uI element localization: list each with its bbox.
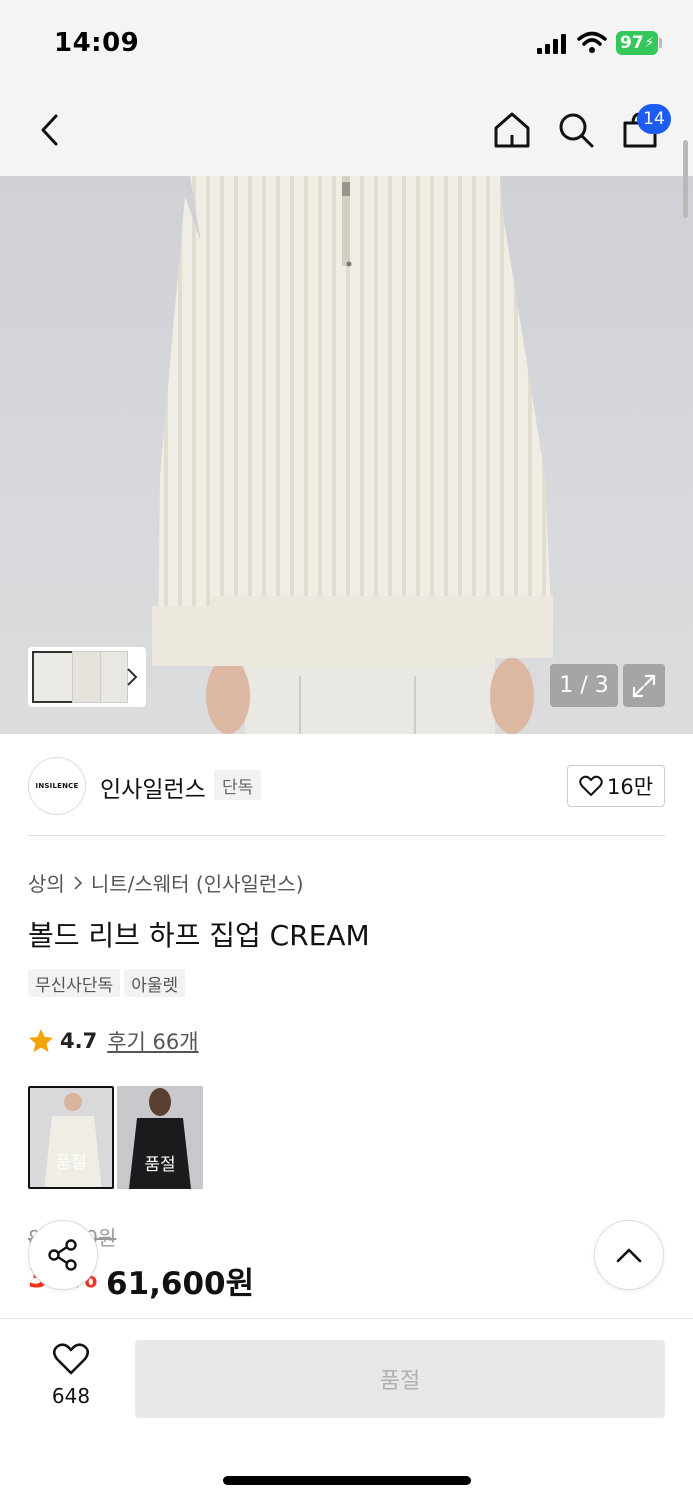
signal-icon bbox=[537, 34, 566, 54]
exclusive-tag: 단독 bbox=[214, 770, 262, 800]
search-button[interactable] bbox=[554, 108, 598, 152]
battery-indicator: 97 ⚡ bbox=[616, 31, 658, 55]
nav-header bbox=[0, 88, 693, 176]
rating-score: 4.7 bbox=[60, 1029, 98, 1053]
wifi-icon bbox=[577, 31, 607, 53]
sale-price: 61,600원 bbox=[106, 1266, 255, 1302]
brand-like-button[interactable]: 16만 bbox=[567, 765, 665, 807]
back-button[interactable] bbox=[30, 108, 70, 152]
share-button[interactable] bbox=[28, 1220, 98, 1290]
status-time: 14:09 bbox=[54, 28, 140, 58]
page-scrollbar[interactable] bbox=[683, 140, 688, 218]
soldout-button[interactable]: 품절 bbox=[135, 1340, 665, 1418]
product-title: 볼드 리브 하프 집업 CREAM bbox=[28, 919, 370, 952]
tag-exclusive: 무신사단독 bbox=[28, 969, 121, 997]
product-tags: 무신사단독 아울렛 bbox=[28, 969, 186, 997]
image-counter: 1 / 3 bbox=[550, 664, 618, 707]
review-link[interactable]: 후기 66개 bbox=[107, 1026, 198, 1056]
home-button[interactable] bbox=[490, 108, 534, 152]
chevron-right-icon bbox=[127, 668, 138, 686]
gallery-thumbnails[interactable] bbox=[28, 647, 146, 707]
home-indicator bbox=[223, 1476, 471, 1485]
option-soldout-label: 품절 bbox=[55, 1153, 87, 1173]
heart-icon bbox=[579, 775, 603, 796]
breadcrumb-category[interactable]: 상의 bbox=[28, 868, 65, 897]
brand-like-count: 16만 bbox=[606, 775, 654, 799]
battery-tip bbox=[659, 38, 662, 48]
thumbnail-2[interactable] bbox=[72, 651, 102, 703]
scroll-top-button[interactable] bbox=[594, 1220, 664, 1290]
color-option-cream[interactable]: 품절 bbox=[28, 1086, 114, 1189]
status-bar: 14:09 97 ⚡ bbox=[0, 0, 693, 88]
cart-count-badge: 14 bbox=[637, 104, 671, 134]
expand-button[interactable] bbox=[623, 664, 665, 707]
home-icon bbox=[494, 112, 530, 148]
breadcrumb: 상의 니트/스웨터 (인사일런스) bbox=[28, 868, 304, 897]
wishlist-count: 648 bbox=[51, 1384, 91, 1408]
share-icon bbox=[48, 1239, 77, 1271]
brand-name[interactable]: 인사일런스 bbox=[100, 770, 206, 804]
breadcrumb-subcategory[interactable]: 니트/스웨터 (인사일런스) bbox=[91, 868, 304, 897]
color-option-black[interactable]: 품절 bbox=[117, 1086, 203, 1189]
tag-outlet: 아울렛 bbox=[124, 969, 186, 997]
brand-logo[interactable]: INSILENCE bbox=[28, 757, 86, 815]
search-icon bbox=[559, 113, 594, 148]
back-icon bbox=[41, 114, 58, 146]
star-icon bbox=[29, 1029, 53, 1052]
rating: 4.7 후기 66개 bbox=[28, 1026, 199, 1056]
charging-icon: ⚡ bbox=[644, 35, 655, 51]
thumbnail-1[interactable] bbox=[32, 651, 74, 703]
heart-icon bbox=[52, 1343, 90, 1375]
chevron-right-icon bbox=[74, 875, 83, 890]
battery-level: 97 bbox=[620, 33, 644, 53]
section-divider bbox=[28, 835, 665, 836]
wishlist-button[interactable]: 648 bbox=[38, 1342, 104, 1408]
option-soldout-label: 품절 bbox=[144, 1155, 176, 1175]
expand-icon bbox=[632, 674, 656, 697]
cream-option-photo bbox=[44, 1093, 102, 1187]
thumbnail-3[interactable] bbox=[100, 651, 128, 703]
chevron-up-icon bbox=[616, 1248, 642, 1263]
